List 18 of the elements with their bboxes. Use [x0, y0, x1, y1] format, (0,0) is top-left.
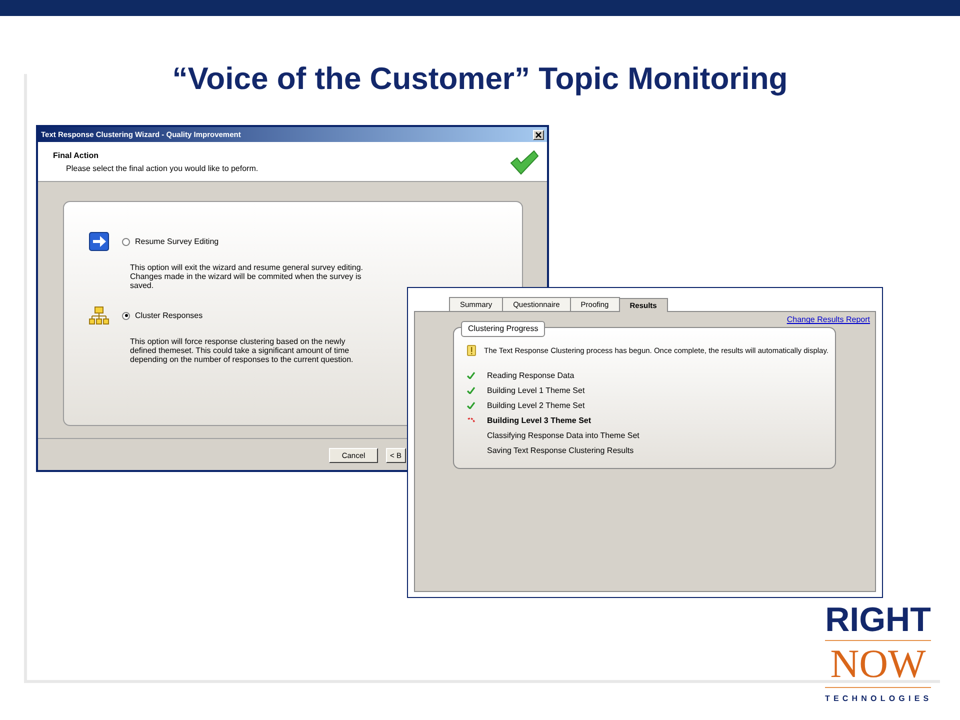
logo-tagline: TECHNOLOGIES: [825, 693, 931, 705]
logo-text: NOW: [825, 641, 931, 688]
step-title: Final Action: [53, 150, 100, 162]
step-label: Building Level 3 Theme Set: [487, 415, 592, 427]
step-label: Building Level 2 Theme Set: [487, 400, 585, 412]
slide-title: “Voice of the Customer” Topic Monitoring: [171, 60, 789, 98]
step-label: Reading Response Data: [487, 370, 574, 382]
option-label[interactable]: Resume Survey Editing: [135, 236, 219, 248]
step-label: Saving Text Response Clustering Results: [487, 445, 634, 457]
step-label: Building Level 1 Theme Set: [487, 385, 585, 397]
option-label[interactable]: Cluster Responses: [135, 310, 203, 322]
group-title: Clustering Progress: [461, 321, 546, 338]
option-description: This option will force response clustering based on the newly defined themeset. This could take a significant amount of time depending on the number of responses to the current question.: [130, 337, 354, 364]
step-subtitle: Please select the final action you would like to peform.: [66, 163, 258, 175]
change-report-link[interactable]: Change Results Report: [786, 314, 870, 326]
step-label: Classifying Response Data into Theme Set: [487, 430, 640, 442]
logo-text: RIGHT: [825, 600, 931, 641]
option-description: This option will exit the wizard and resume general survey editing. Changes made in the wizard will be commited when the survey is saved.: [130, 263, 364, 290]
